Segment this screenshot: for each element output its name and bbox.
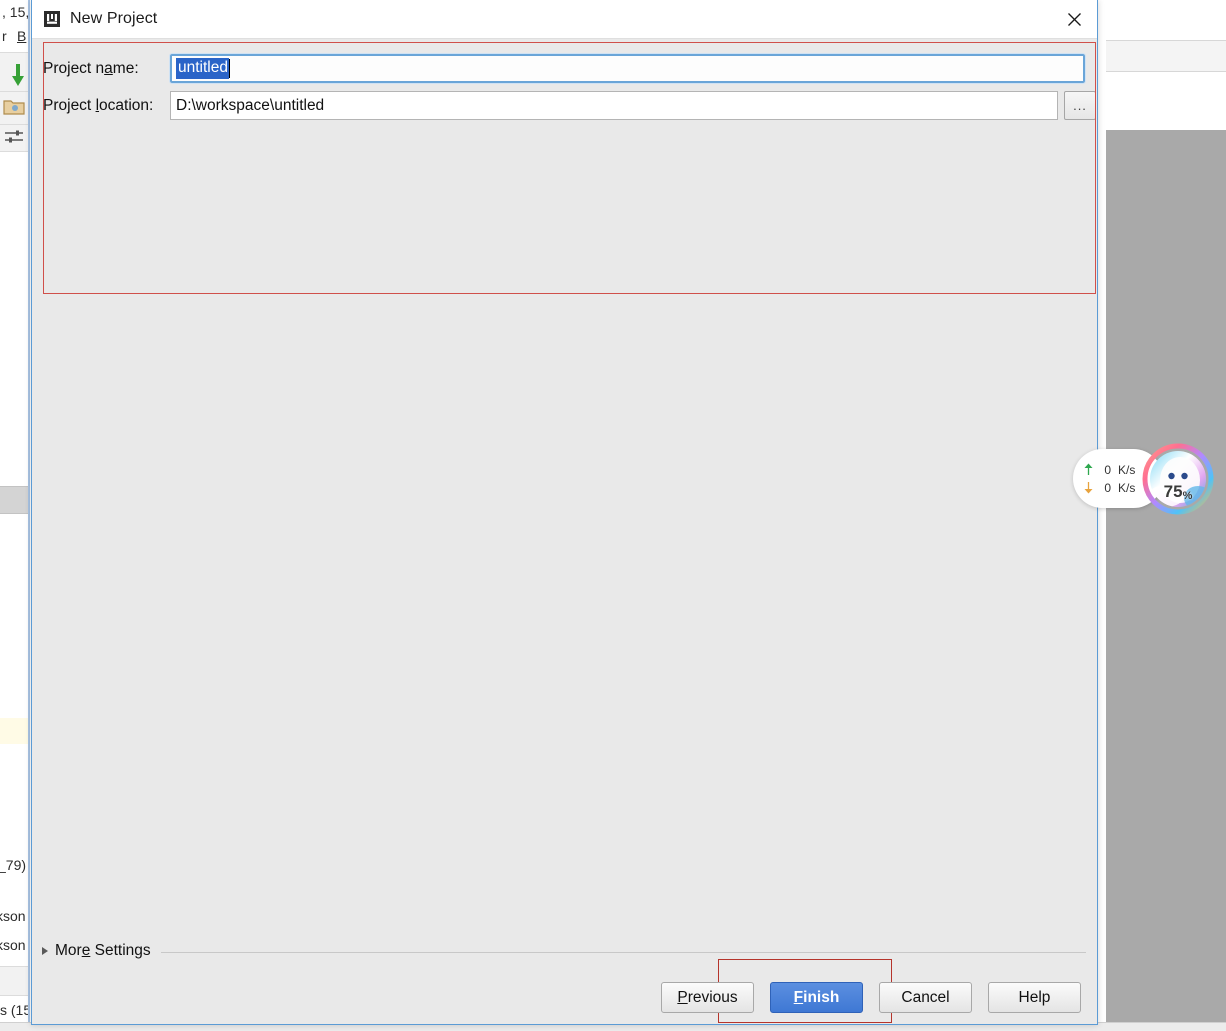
background-vertical-divider: [28, 0, 30, 1031]
background-text-fragment: B: [17, 28, 27, 44]
browse-folder-button[interactable]: ...: [1064, 91, 1096, 120]
download-arrow-icon: [1084, 482, 1093, 494]
dialog-body: Project name: untitled Project location:…: [32, 39, 1097, 1025]
upload-speed-unit: K/s: [1118, 462, 1136, 477]
idea-app-icon: [44, 11, 60, 27]
upload-arrow-icon: [1084, 463, 1093, 475]
project-location-row: Project location: D:\workspace\untitled …: [43, 91, 1096, 120]
assistant-avatar-widget[interactable]: 75%: [1140, 440, 1216, 518]
text-caret: [228, 59, 230, 78]
background-text-fragment: r: [2, 28, 7, 44]
download-arrow-icon: [12, 64, 24, 86]
background-text-fragment: , 15,: [2, 4, 30, 20]
project-name-label: Project name:: [43, 59, 139, 77]
project-location-input[interactable]: D:\workspace\untitled: [170, 91, 1058, 120]
project-name-row: Project name: untitled: [43, 53, 1086, 84]
finish-button[interactable]: Finish: [770, 982, 863, 1013]
background-text-fragment: _79): [0, 857, 27, 873]
cancel-button[interactable]: Cancel: [879, 982, 972, 1013]
help-button[interactable]: Help: [988, 982, 1081, 1013]
background-text-fragment: s (15: [0, 1002, 30, 1018]
more-settings-divider: [160, 951, 1086, 953]
download-speed-value: 0: [1104, 480, 1111, 495]
project-name-value: untitled: [176, 58, 229, 79]
avatar-ring-icon: [1142, 443, 1214, 515]
chevron-right-icon: [42, 947, 48, 955]
project-name-input[interactable]: untitled: [169, 53, 1086, 84]
background-highlight-band: [0, 718, 30, 744]
background-left-column: , 15, r B _79) kson kson s (15: [0, 0, 30, 1031]
folder-icon: [3, 100, 25, 115]
dialog-title-bar: New Project: [32, 0, 1097, 39]
background-right-gray-area: [1106, 130, 1226, 1030]
dialog-title: New Project: [70, 10, 158, 27]
project-location-label: Project location:: [43, 96, 154, 114]
battery-percent-label: 75%: [1163, 482, 1193, 502]
background-gray-band: [0, 486, 30, 514]
background-toolbar-strip: [0, 966, 30, 996]
new-project-dialog: New Project Project name: untitled Proje…: [31, 0, 1098, 1025]
close-icon[interactable]: [1051, 0, 1097, 38]
settings-sliders-icon: [5, 130, 23, 143]
more-settings-label: More Settings: [55, 942, 151, 959]
dialog-button-bar: Previous Finish Cancel Help: [661, 982, 1081, 1013]
upload-speed-value: 0: [1104, 462, 1111, 477]
project-location-value: D:\workspace\untitled: [176, 96, 325, 114]
previous-button[interactable]: Previous: [661, 982, 754, 1013]
download-speed-unit: K/s: [1118, 480, 1136, 495]
more-settings-toggle[interactable]: More Settings: [42, 942, 1086, 960]
background-text-fragment: kson: [0, 937, 26, 953]
project-form-panel: Project name: untitled Project location:…: [43, 42, 1096, 293]
close-glyph: [1067, 12, 1081, 26]
background-text-fragment: kson: [0, 908, 26, 924]
background-right-toolbar: [1106, 41, 1226, 72]
